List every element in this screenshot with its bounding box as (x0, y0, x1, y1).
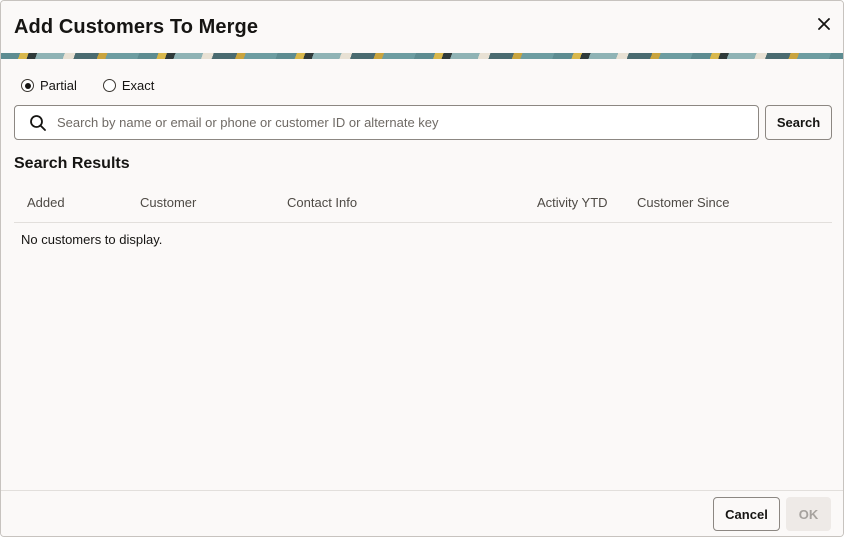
search-field[interactable] (14, 105, 759, 140)
column-header-customer[interactable]: Customer (140, 195, 196, 210)
ok-button[interactable]: OK (786, 497, 831, 531)
radio-partial[interactable]: Partial (21, 78, 77, 93)
close-button[interactable] (813, 13, 835, 35)
radio-partial-label: Partial (40, 78, 77, 93)
cancel-button[interactable]: Cancel (713, 497, 780, 531)
header-decorative-band (1, 53, 843, 59)
radio-partial-indicator[interactable] (21, 79, 34, 92)
search-input[interactable] (57, 115, 758, 130)
search-results-heading: Search Results (14, 155, 130, 172)
add-customers-dialog: Add Customers To Merge Partial Exact Sea… (0, 0, 844, 537)
match-mode-radio-group: Partial Exact (21, 78, 154, 93)
search-icon (30, 114, 46, 131)
dialog-header: Add Customers To Merge (1, 1, 843, 53)
column-header-contact-info[interactable]: Contact Info (287, 195, 357, 210)
dialog-title: Add Customers To Merge (14, 16, 259, 38)
column-header-customer-since[interactable]: Customer Since (637, 195, 729, 210)
close-icon (818, 18, 830, 30)
column-header-added[interactable]: Added (27, 195, 65, 210)
radio-exact[interactable]: Exact (102, 78, 155, 93)
column-header-activity-ytd[interactable]: Activity YTD (537, 195, 608, 210)
results-table-header: Added Customer Contact Info Activity YTD… (14, 184, 832, 223)
radio-exact-label: Exact (121, 78, 155, 93)
search-button[interactable]: Search (765, 105, 832, 140)
empty-results-message: No customers to display. (21, 232, 163, 247)
radio-exact-indicator[interactable] (102, 79, 116, 92)
